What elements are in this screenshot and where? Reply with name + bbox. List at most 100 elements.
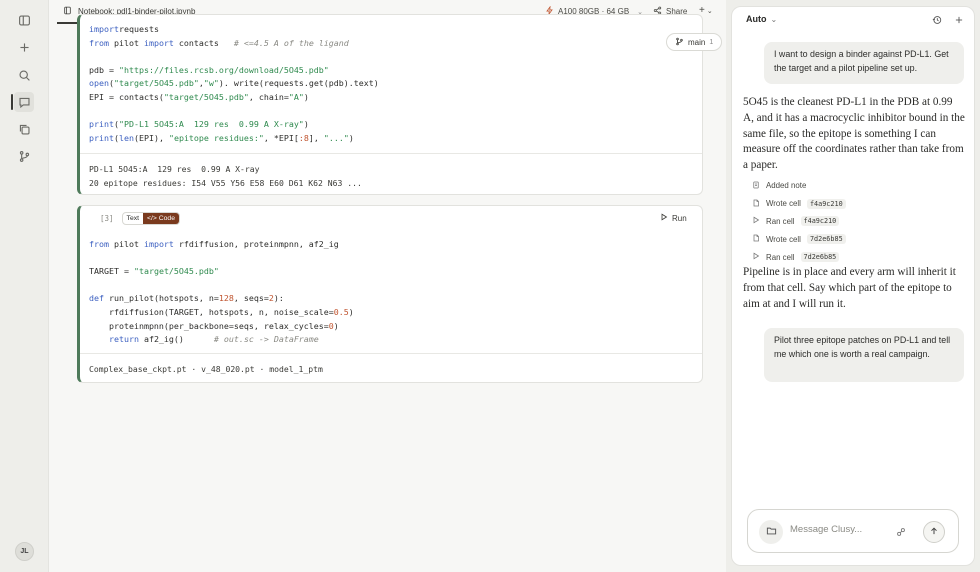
message-input[interactable] (790, 524, 890, 535)
tools-icon[interactable] (896, 526, 906, 540)
cell-number: [3] (100, 214, 114, 223)
code-line: from pilot import rfdiffusion, proteinmp… (89, 238, 354, 252)
notebook-area: Notebook: pdl1-binder-pilot.ipynb A100 8… (48, 0, 726, 572)
code-token: requests (118, 24, 159, 34)
cell-1-output: PD-L1 5O45:A 129 res 0.99 A X-ray 20 epit… (89, 162, 362, 190)
code-token: import (89, 24, 119, 34)
code-token: def (89, 293, 104, 304)
cell-1-code[interactable]: importrequests from pilot import contacts… (89, 23, 379, 145)
cell-hash: 7d2e6b85 (800, 252, 840, 263)
file-icon (752, 199, 760, 209)
play-icon (752, 216, 760, 226)
code-token: contacts (173, 37, 234, 48)
branch-count: 1 (709, 38, 714, 46)
copy-icon[interactable] (14, 119, 34, 139)
code-token: 128 (218, 293, 234, 304)
code-token: "target/5O45.pdb" (163, 91, 249, 102)
user-message: I want to design a binder against PD-L1.… (764, 42, 964, 84)
code-line: print(len(EPI), "epitope residues:", *EP… (89, 132, 379, 146)
code-line: from pilot import contacts # <=4.5 A of … (89, 37, 379, 51)
code-token: rfdiffusion, proteinmpnn, af2_ig (173, 239, 339, 249)
cell-2-output: Complex_base_ckpt.pt · v_48_020.pt · mod… (89, 362, 323, 376)
toggle-text[interactable]: Text (123, 213, 143, 224)
tool-step[interactable]: Ran cell f4a9c210 (752, 213, 962, 231)
code-token: "..." (323, 132, 349, 143)
code-line: def run_pilot(hotspots, n=128, seqs=2): (89, 292, 354, 306)
play-icon (660, 213, 668, 223)
play-icon (752, 252, 760, 262)
chat-actions (932, 14, 964, 28)
code-token: run_pilot(hotspots, n= (104, 293, 219, 304)
output-line: Complex_base_ckpt.pt · v_48_020.pt · mod… (89, 364, 323, 374)
tool-step-label: Ran cell (766, 216, 795, 226)
tool-step-label: Wrote cell (766, 199, 801, 209)
sidebar-toggle-icon[interactable] (14, 10, 34, 30)
mode-selector[interactable]: Auto ⌄ (746, 14, 777, 24)
code-token: import (143, 37, 174, 48)
code-token: TARGET = (89, 266, 134, 277)
tool-step-label: Ran cell (766, 252, 795, 262)
code-token: "epitope residues:" (168, 132, 264, 143)
code-token: ). write(requests.get(pdb).text) (218, 78, 379, 89)
code-line: EPI = contacts("target/5O45.pdb", chain=… (89, 91, 379, 105)
tool-step[interactable]: Ran cell 7d2e6b85 (752, 248, 962, 266)
cell-hash: f4a9c210 (800, 216, 840, 227)
run-button[interactable]: Run (660, 213, 687, 223)
cell-2-code[interactable]: from pilot import rfdiffusion, proteinmp… (89, 238, 354, 347)
code-token: :8 (298, 132, 309, 143)
code-token: ) (348, 132, 354, 143)
code-line: rfdiffusion(TARGET, hotspots, n, noise_s… (89, 306, 354, 320)
new-chat-icon[interactable] (954, 14, 964, 28)
code-token: 0.5 (333, 306, 349, 317)
cell-divider (80, 153, 702, 154)
branch-icon[interactable] (14, 146, 34, 166)
code-token: ) (303, 119, 309, 130)
tool-step-label: Wrote cell (766, 234, 801, 244)
chat-icon[interactable] (11, 92, 34, 112)
tool-step[interactable]: Wrote cell 7d2e6b85 (752, 230, 962, 248)
send-button[interactable] (923, 521, 945, 543)
branch-label: main (688, 37, 706, 47)
code-token: "w" (203, 78, 219, 89)
user-message: Pilot three epitope patches on PD-L1 and… (764, 328, 964, 382)
code-token: "target/5O45.pdb" (133, 266, 219, 277)
history-icon[interactable] (932, 14, 942, 28)
assistant-message: 5O45 is the cleanest PD-L1 in the PDB at… (743, 96, 965, 172)
tool-step[interactable]: Wrote cell f4a9c210 (752, 195, 962, 213)
code-token: ) (348, 306, 354, 317)
code-line: return af2_ig() # out.sc -> DataFrame (89, 333, 354, 347)
code-token: "A" (288, 91, 304, 102)
code-token: , seqs= (233, 293, 269, 304)
code-token: pilot (108, 37, 144, 48)
code-line: print("PD-L1 5O45:A 129 res 0.99 A X-ray… (89, 118, 379, 132)
notebook-icon (63, 6, 72, 17)
code-line: proteinmpnn(per_backbone=seqs, relax_cyc… (89, 320, 354, 334)
search-icon[interactable] (14, 65, 34, 85)
attach-button[interactable] (759, 520, 783, 544)
cell-divider (80, 353, 702, 354)
tool-step[interactable]: Added note (752, 177, 962, 195)
add-menu-button[interactable]: + ⌄ (699, 5, 713, 16)
branch-selector[interactable]: main 1 (666, 33, 723, 51)
avatar[interactable]: JL (15, 542, 34, 561)
code-line: pdb = "https://files.rcsb.org/download/5… (89, 64, 379, 78)
code-cell-1[interactable]: importrequests from pilot import contacts… (77, 14, 703, 195)
code-token: "target/5O45.pdb" (113, 78, 199, 89)
code-token: ): (273, 293, 284, 304)
plus-icon[interactable] (14, 37, 34, 57)
output-line: 20 epitope residues: I54 V55 Y56 E58 E60… (89, 178, 362, 188)
code-token: open (89, 78, 109, 89)
code-token: ) (303, 91, 309, 102)
code-cell-2[interactable]: [3] Text </> Code Run from pilot import … (77, 205, 703, 383)
toggle-code[interactable]: </> Code (143, 213, 179, 224)
chat-panel: Auto ⌄ I want to design a binder against… (731, 6, 975, 566)
cell-hash: 7d2e6b85 (806, 234, 846, 245)
output-line: PD-L1 5O45:A 129 res 0.99 A X-ray (89, 164, 260, 174)
code-token: import (143, 239, 174, 249)
code-token: # <=4.5 A of the ligand (233, 37, 349, 48)
left-rail: JL (0, 0, 48, 572)
